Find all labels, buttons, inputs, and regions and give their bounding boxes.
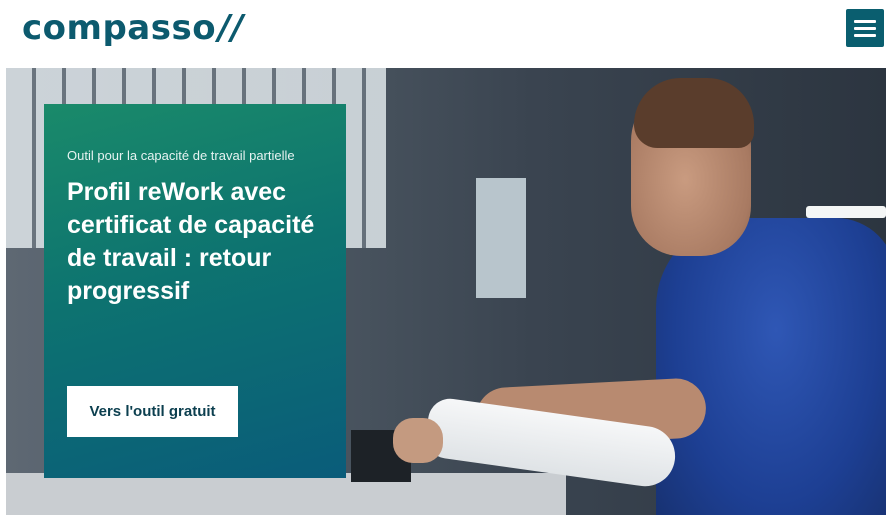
site-header: compasso// <box>0 0 886 58</box>
compasso-logo[interactable]: compasso// <box>22 8 244 48</box>
hamburger-menu-icon <box>854 20 876 23</box>
logo-mark: // <box>218 8 244 48</box>
hero-eyebrow: Outil pour la capacité de travail partie… <box>67 148 295 163</box>
hamburger-menu-button[interactable] <box>846 9 884 47</box>
hero-title: Profil reWork avec certificat de capacit… <box>67 178 315 305</box>
free-tool-button[interactable]: Vers l'outil gratuit <box>67 386 238 437</box>
hero-image-worker <box>656 218 886 515</box>
hero-card: Outil pour la capacité de travail partie… <box>44 104 346 478</box>
hero-background-desk <box>6 473 566 515</box>
logo-text: compasso <box>22 8 217 48</box>
